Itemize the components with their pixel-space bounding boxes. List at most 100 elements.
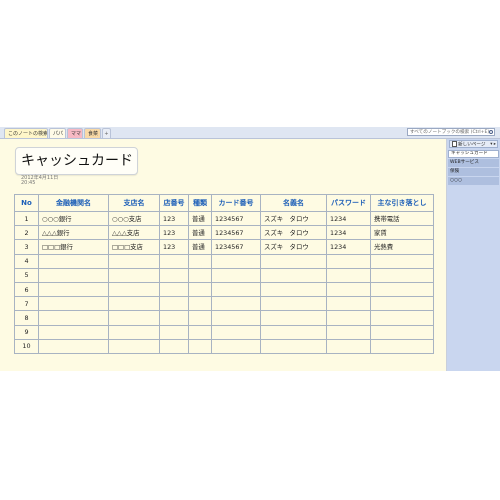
cell-branch-name[interactable]: □□□支店 bbox=[108, 239, 160, 255]
cell-branch-name[interactable] bbox=[108, 310, 160, 326]
note-page[interactable]: キャッシュカード 2012年4月11日 20:45 No 金融機関名 支店名 店… bbox=[0, 139, 447, 371]
tab-search-this-note[interactable]: このノートの検索 bbox=[4, 128, 48, 138]
page-title-box[interactable]: キャッシュカード bbox=[15, 147, 138, 175]
search-icon[interactable] bbox=[489, 130, 493, 134]
cell-bank-name[interactable] bbox=[38, 310, 109, 326]
cell-branch-number[interactable] bbox=[159, 267, 189, 283]
cell-holder-name[interactable]: スズキ タロウ bbox=[260, 239, 327, 255]
cell-account-type[interactable]: 普通 bbox=[188, 225, 212, 241]
cell-main-debits[interactable]: 光熱費 bbox=[370, 239, 434, 255]
panel-arrows-icon[interactable]: ▾ ▸ bbox=[490, 141, 496, 147]
cell-branch-number[interactable] bbox=[159, 281, 189, 298]
cell-main-debits[interactable] bbox=[370, 253, 434, 269]
cell-password[interactable] bbox=[326, 253, 371, 269]
new-page-button[interactable]: 新しいページ ▾ ▸ bbox=[449, 140, 498, 148]
cell-bank-name[interactable] bbox=[38, 281, 109, 298]
cell-no[interactable]: 7 bbox=[14, 296, 39, 312]
search-input[interactable]: すべてのノートブックの検索 (Ctrl+E) bbox=[407, 128, 495, 136]
cell-password[interactable]: 1234 bbox=[326, 239, 371, 255]
cell-branch-number[interactable]: 123 bbox=[159, 210, 189, 227]
add-section-tab[interactable]: + bbox=[102, 128, 111, 138]
cell-branch-name[interactable]: ○○○支店 bbox=[108, 210, 160, 227]
cell-main-debits[interactable] bbox=[370, 281, 434, 298]
cell-holder-name[interactable] bbox=[260, 281, 327, 298]
cell-main-debits[interactable]: 携帯電話 bbox=[370, 210, 434, 227]
cell-bank-name[interactable]: ○○○銀行 bbox=[38, 210, 109, 227]
cell-holder-name[interactable] bbox=[260, 310, 327, 326]
page-item-cash-card[interactable]: キャッシュカード bbox=[448, 150, 499, 158]
cell-card-number[interactable] bbox=[211, 296, 261, 312]
cell-branch-name[interactable] bbox=[108, 324, 160, 340]
cell-main-debits[interactable]: 家賃 bbox=[370, 225, 434, 241]
cell-holder-name[interactable]: スズキ タロウ bbox=[260, 210, 327, 227]
cell-branch-name[interactable] bbox=[108, 296, 160, 312]
cell-branch-number[interactable]: 123 bbox=[159, 239, 189, 255]
cell-account-type[interactable] bbox=[188, 310, 212, 326]
cell-branch-number[interactable]: 123 bbox=[159, 225, 189, 241]
cell-no[interactable]: 1 bbox=[14, 210, 39, 227]
cell-account-type[interactable] bbox=[188, 253, 212, 269]
cell-branch-number[interactable] bbox=[159, 338, 189, 354]
cell-card-number[interactable] bbox=[211, 253, 261, 269]
cell-no[interactable]: 4 bbox=[14, 253, 39, 269]
cell-branch-name[interactable] bbox=[108, 253, 160, 269]
cell-no[interactable]: 3 bbox=[14, 239, 39, 255]
cell-holder-name[interactable]: スズキ タロウ bbox=[260, 225, 327, 241]
cell-card-number[interactable]: 1234567 bbox=[211, 210, 261, 227]
cell-card-number[interactable] bbox=[211, 338, 261, 354]
page-item-insurance[interactable]: 保険 bbox=[448, 168, 499, 176]
cell-account-type[interactable] bbox=[188, 324, 212, 340]
tab-papa[interactable]: パパ bbox=[49, 128, 66, 138]
cell-password[interactable] bbox=[326, 281, 371, 298]
cell-branch-name[interactable] bbox=[108, 267, 160, 283]
cell-password[interactable] bbox=[326, 324, 371, 340]
cell-password[interactable] bbox=[326, 310, 371, 326]
cell-card-number[interactable] bbox=[211, 281, 261, 298]
cell-no[interactable]: 9 bbox=[14, 324, 39, 340]
page-item-web-service[interactable]: WEBサービス bbox=[448, 159, 499, 167]
page-item-other[interactable]: ○○○ bbox=[448, 177, 499, 185]
cell-bank-name[interactable] bbox=[38, 253, 109, 269]
cell-card-number[interactable] bbox=[211, 267, 261, 283]
cell-main-debits[interactable] bbox=[370, 338, 434, 354]
cell-branch-number[interactable] bbox=[159, 310, 189, 326]
cell-bank-name[interactable] bbox=[38, 267, 109, 283]
cell-account-type[interactable] bbox=[188, 281, 212, 298]
cell-account-type[interactable]: 普通 bbox=[188, 239, 212, 255]
cell-holder-name[interactable] bbox=[260, 324, 327, 340]
cell-branch-number[interactable] bbox=[159, 253, 189, 269]
cell-password[interactable] bbox=[326, 338, 371, 354]
cell-main-debits[interactable] bbox=[370, 296, 434, 312]
cell-bank-name[interactable]: △△△銀行 bbox=[38, 225, 109, 241]
cash-card-table[interactable]: No 金融機関名 支店名 店番号 種類 カード番号 名義名 パスワード 主な引き… bbox=[14, 194, 434, 354]
cell-branch-number[interactable] bbox=[159, 296, 189, 312]
cell-no[interactable]: 5 bbox=[14, 267, 39, 283]
cell-account-type[interactable] bbox=[188, 338, 212, 354]
cell-password[interactable]: 1234 bbox=[326, 225, 371, 241]
cell-no[interactable]: 6 bbox=[14, 281, 39, 298]
tab-shokusai[interactable]: 食菜 bbox=[84, 128, 101, 138]
page-title[interactable]: キャッシュカード bbox=[21, 152, 133, 170]
cell-main-debits[interactable] bbox=[370, 267, 434, 283]
cell-bank-name[interactable] bbox=[38, 324, 109, 340]
cell-branch-name[interactable] bbox=[108, 281, 160, 298]
cell-bank-name[interactable]: □□□銀行 bbox=[38, 239, 109, 255]
cell-branch-number[interactable] bbox=[159, 324, 189, 340]
cell-holder-name[interactable] bbox=[260, 253, 327, 269]
cell-branch-name[interactable] bbox=[108, 338, 160, 354]
cell-no[interactable]: 10 bbox=[14, 338, 39, 354]
cell-main-debits[interactable] bbox=[370, 324, 434, 340]
cell-holder-name[interactable] bbox=[260, 296, 327, 312]
cell-branch-name[interactable]: △△△支店 bbox=[108, 225, 160, 241]
tab-mama[interactable]: ママ bbox=[67, 128, 83, 138]
cell-bank-name[interactable] bbox=[38, 338, 109, 354]
cell-no[interactable]: 8 bbox=[14, 310, 39, 326]
cell-password[interactable] bbox=[326, 296, 371, 312]
cell-account-type[interactable] bbox=[188, 267, 212, 283]
cell-holder-name[interactable] bbox=[260, 338, 327, 354]
cell-card-number[interactable]: 1234567 bbox=[211, 239, 261, 255]
cell-main-debits[interactable] bbox=[370, 310, 434, 326]
cell-card-number[interactable]: 1234567 bbox=[211, 225, 261, 241]
cell-password[interactable] bbox=[326, 267, 371, 283]
cell-bank-name[interactable] bbox=[38, 296, 109, 312]
